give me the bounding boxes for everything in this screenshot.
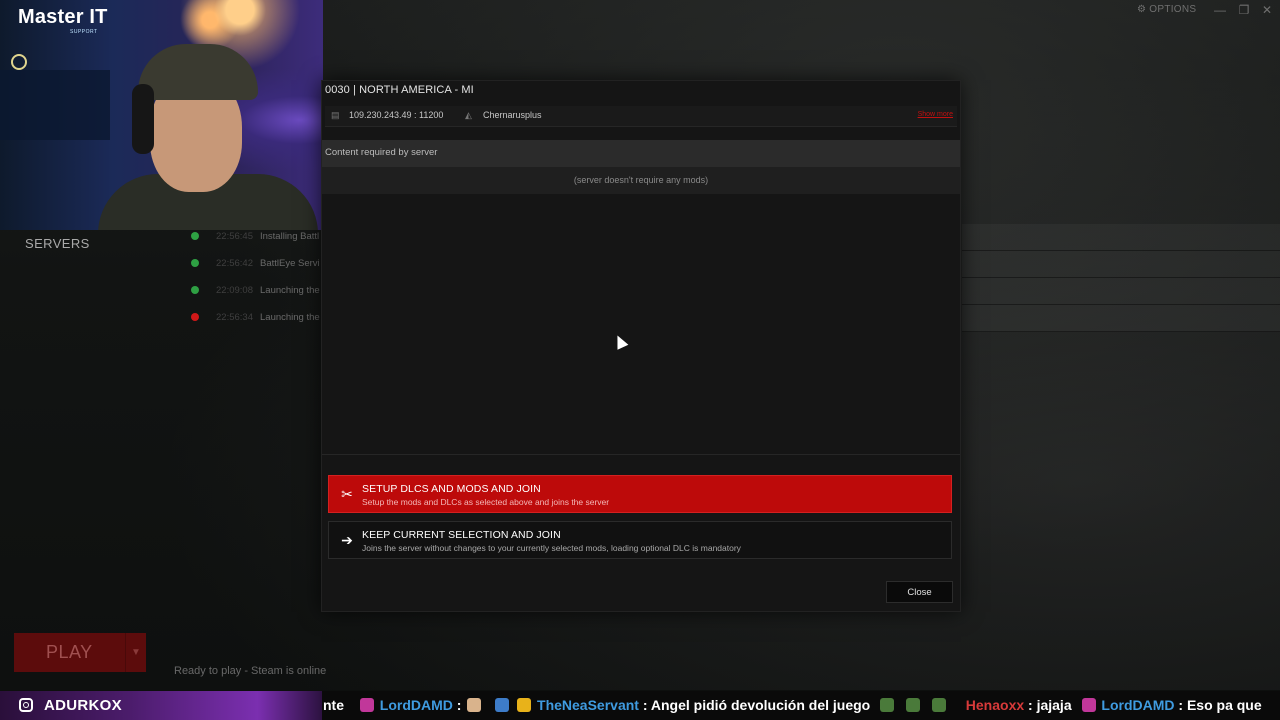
status-ok-icon bbox=[191, 259, 199, 267]
log-time: 22:56:45 bbox=[216, 231, 253, 242]
plant-emote-icon bbox=[906, 698, 920, 712]
heart-emote-icon bbox=[359, 698, 374, 712]
chat-username: LordDAMD bbox=[1101, 697, 1175, 713]
nav-servers[interactable]: SERVERS bbox=[25, 236, 90, 251]
ring-light-icon bbox=[11, 54, 27, 70]
server-list-row[interactable] bbox=[962, 278, 1280, 305]
headset-icon bbox=[132, 84, 154, 154]
setup-and-join-button[interactable]: ✂ SETUP DLCS AND MODS AND JOIN Setup the… bbox=[328, 475, 952, 513]
gear-icon: ⚙ bbox=[1137, 4, 1147, 15]
log-message: Launching the bbox=[260, 312, 320, 323]
arrow-right-icon: ➔ bbox=[341, 532, 353, 548]
master-it-logo: Master IT SUPPORT bbox=[18, 6, 108, 35]
chevron-down-icon[interactable]: ▼ bbox=[125, 633, 146, 672]
brand-name: ADURKOX bbox=[44, 697, 122, 714]
chat-username: TheNeaServant bbox=[537, 697, 639, 713]
map-icon: ◭ bbox=[465, 110, 472, 120]
server-list-row[interactable] bbox=[962, 305, 1280, 332]
chat-message: : Angel pidió devolución del juego bbox=[642, 697, 871, 713]
keep-title: KEEP CURRENT SELECTION AND JOIN bbox=[362, 529, 561, 541]
options-button[interactable]: ⚙ OPTIONS bbox=[1137, 4, 1196, 15]
streamer bbox=[98, 44, 318, 230]
server-mods-dialog: 0030 | NORTH AMERICA - MI ▤ 109.230.243.… bbox=[321, 80, 961, 612]
badge-emote-icon bbox=[495, 698, 510, 712]
badge-emote-icon bbox=[517, 698, 532, 712]
log-row: 22:56:45 Installing Battl bbox=[186, 228, 326, 255]
logo-subtitle: SUPPORT bbox=[70, 29, 98, 35]
setup-subtitle: Setup the mods and DLCs as selected abov… bbox=[362, 497, 610, 507]
status-error-icon bbox=[191, 313, 199, 321]
minimize-icon[interactable]: — bbox=[1211, 3, 1229, 17]
log-time: 22:56:42 bbox=[216, 258, 253, 269]
options-label: OPTIONS bbox=[1149, 4, 1197, 15]
avatar-emote-icon bbox=[467, 698, 482, 712]
content-empty-text: (server doesn't require any mods) bbox=[573, 175, 709, 185]
close-window-icon[interactable]: ✕ bbox=[1258, 3, 1276, 17]
log-message: BattlEye Servi bbox=[260, 258, 320, 269]
show-more-link[interactable]: Show more bbox=[918, 111, 953, 118]
mods-list-area bbox=[322, 194, 960, 455]
server-info-bar: ▤ 109.230.243.49 : 11200 ◭ Chernarusplus… bbox=[325, 106, 957, 127]
status-ok-icon bbox=[191, 232, 199, 240]
server-icon: ▤ bbox=[331, 110, 340, 120]
event-log: 22:56:45 Installing Battl 22:56:42 Battl… bbox=[186, 228, 326, 336]
keep-selection-and-join-button[interactable]: ➔ KEEP CURRENT SELECTION AND JOIN Joins … bbox=[328, 521, 952, 559]
close-button[interactable]: Close bbox=[886, 581, 953, 603]
webcam-overlay: Master IT SUPPORT bbox=[0, 0, 323, 230]
content-empty-row: (server doesn't require any mods) bbox=[322, 167, 960, 194]
logo-title: Master IT bbox=[18, 6, 108, 28]
log-row: 22:09:08 Launching the bbox=[186, 282, 326, 309]
chat-line: nte LordDAMD : TheNeaServant : Angel pid… bbox=[323, 697, 1262, 713]
log-message: Installing Battl bbox=[260, 231, 320, 242]
chat-message: : jajaja bbox=[1028, 697, 1072, 713]
status-text: Ready to play - Steam is online bbox=[174, 665, 327, 677]
content-header: Content required by server bbox=[322, 140, 960, 167]
stream-chat-ticker: ADURKOX nte LordDAMD : TheNeaServant : A… bbox=[0, 691, 1280, 720]
content-header-label: Content required by server bbox=[325, 147, 438, 158]
chat-message: : Eso pa que bbox=[1178, 697, 1262, 713]
mods-setup-icon: ✂ bbox=[341, 486, 353, 502]
setup-title: SETUP DLCS AND MODS AND JOIN bbox=[362, 483, 541, 495]
status-ok-icon bbox=[191, 286, 199, 294]
chat-username: Henaoxx bbox=[965, 697, 1025, 713]
server-address: 109.230.243.49 : 11200 bbox=[349, 110, 444, 120]
log-time: 22:56:34 bbox=[216, 312, 253, 323]
server-map: Chernarusplus bbox=[483, 110, 542, 120]
log-row: 22:56:42 BattlEye Servi bbox=[186, 255, 326, 282]
keep-subtitle: Joins the server without changes to your… bbox=[362, 543, 741, 553]
streamer-brand: ADURKOX bbox=[0, 691, 322, 720]
server-title: 0030 | NORTH AMERICA - MI bbox=[325, 84, 474, 96]
chat-fragment: nte bbox=[323, 697, 344, 713]
restore-icon[interactable]: ❐ bbox=[1235, 3, 1253, 17]
city-lights bbox=[0, 70, 110, 140]
heart-emote-icon bbox=[1081, 698, 1096, 712]
play-label: PLAY bbox=[46, 642, 93, 662]
chat-username: LordDAMD bbox=[379, 697, 453, 713]
instagram-icon bbox=[19, 698, 33, 712]
plant-emote-icon bbox=[931, 698, 946, 712]
server-list-row[interactable] bbox=[962, 224, 1280, 251]
log-row: 22:56:34 Launching the bbox=[186, 309, 326, 336]
play-button[interactable]: PLAY ▼ bbox=[14, 633, 146, 672]
server-list-row[interactable] bbox=[962, 251, 1280, 278]
streamer-cap bbox=[138, 44, 258, 100]
plant-emote-icon bbox=[880, 698, 895, 712]
log-time: 22:09:08 bbox=[216, 285, 253, 296]
log-message: Launching the bbox=[260, 285, 320, 296]
